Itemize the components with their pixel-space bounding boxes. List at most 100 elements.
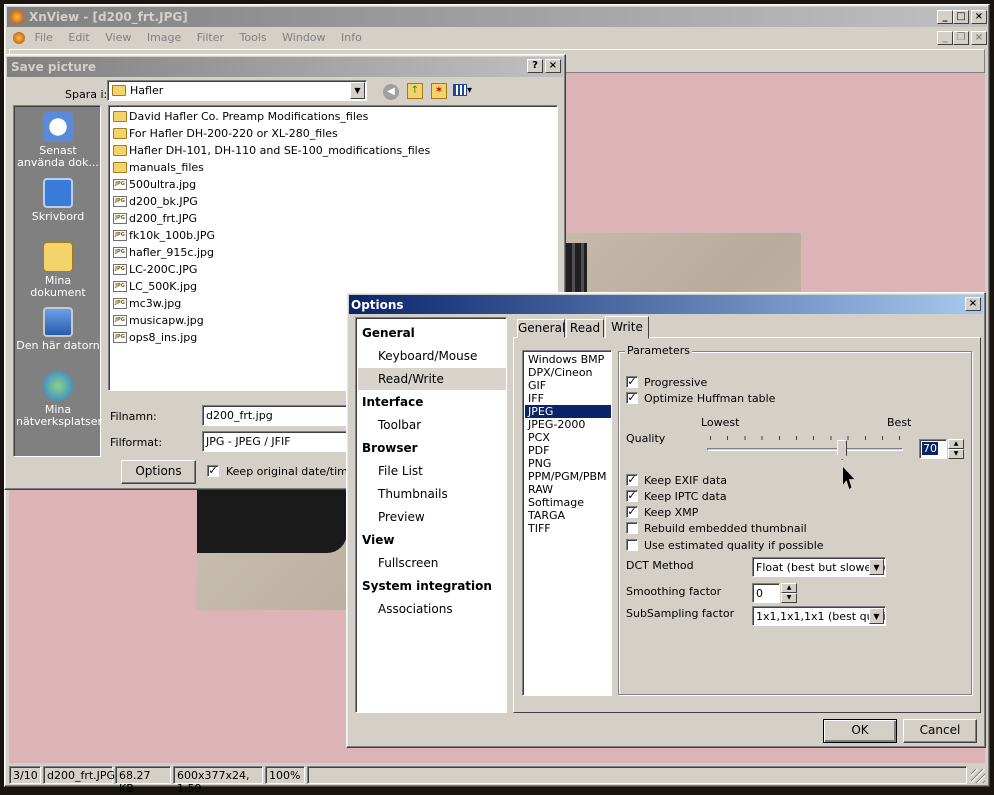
format-item[interactable]: IFF [525,392,611,405]
options-item-keyboard-mouse[interactable]: Keyboard/Mouse [358,345,506,367]
resize-grip[interactable] [971,769,985,783]
maximize-button[interactable]: □ [953,10,969,24]
options-item-read-write[interactable]: Read/Write [358,368,506,390]
ok-button[interactable]: OK [823,719,897,743]
place-documents[interactable]: Mina dokument [16,242,100,299]
slider-thumb[interactable] [837,440,848,460]
lookin-select[interactable]: Hafler ▼ [107,80,367,101]
tab-general[interactable]: General [517,319,565,338]
format-item[interactable]: TIFF [525,522,611,535]
options-item-thumbnails[interactable]: Thumbnails [358,483,506,505]
spin-up-icon[interactable]: ▲ [781,583,797,593]
chevron-down-icon[interactable]: ▼ [350,82,365,99]
menu-app-icon[interactable] [13,32,25,44]
menu-info[interactable]: Info [341,31,362,44]
use-estimated-checkbox[interactable] [626,539,638,551]
format-select[interactable]: JPG - JPEG / JFIF [202,431,352,452]
spin-down-icon[interactable]: ▼ [781,593,797,603]
chevron-down-icon[interactable]: ▼ [869,559,884,575]
close-button[interactable]: × [971,10,987,24]
format-item[interactable]: PPM/PGM/PBM [525,470,611,483]
menu-edit[interactable]: Edit [68,31,89,44]
file-item[interactable]: JPG musicapw.jpg [111,312,204,329]
format-item[interactable]: DPX/Cineon [525,366,611,379]
up-folder-icon[interactable]: ↑ [407,83,423,99]
tab-read[interactable]: Read [566,319,604,338]
view-menu-icon[interactable]: ▾ [453,83,477,99]
menu-window[interactable]: Window [282,31,325,44]
keep-iptc-checkbox[interactable]: ✓ [626,490,638,502]
save-close-button[interactable]: × [545,59,561,73]
new-folder-icon[interactable]: ✶ [431,83,447,99]
back-icon[interactable]: ◀ [383,84,399,100]
options-item-toolbar[interactable]: Toolbar [358,414,506,436]
menu-filter[interactable]: Filter [197,31,224,44]
filename-input[interactable]: d200_frt.jpg [202,405,352,426]
smoothing-spinner[interactable]: ▲ ▼ [781,583,797,603]
subsampling-select[interactable]: 1x1,1x1,1x1 (best quality) ▼ [752,606,886,626]
progressive-checkbox[interactable]: ✓ [626,376,638,388]
file-item[interactable]: JPG d200_frt.JPG [111,210,197,227]
options-section-browser[interactable]: Browser [358,437,506,459]
mdi-close-button[interactable]: × [971,31,987,45]
options-section-general[interactable]: General [358,322,506,344]
place-recent[interactable]: Senast använda dok... [16,112,100,169]
format-item[interactable]: PCX [525,431,611,444]
menu-tools[interactable]: Tools [240,31,267,44]
format-item[interactable]: RAW [525,483,611,496]
menu-file[interactable]: File [35,31,53,44]
file-item[interactable]: JPG 500ultra.jpg [111,176,196,193]
options-item-file-list[interactable]: File List [358,460,506,482]
file-item[interactable]: JPG d200_bk.JPG [111,193,198,210]
smoothing-input[interactable]: 0 [752,583,780,603]
rebuild-thumbnail-checkbox[interactable] [626,522,638,534]
spin-down-icon[interactable]: ▼ [948,449,964,459]
options-close-button[interactable]: × [965,297,981,311]
keep-xmp-checkbox[interactable]: ✓ [626,506,638,518]
file-item[interactable]: JPG fk10k_100b.JPG [111,227,215,244]
place-computer[interactable]: Den här datorn [16,307,100,352]
menu-view[interactable]: View [105,31,131,44]
minimize-button[interactable]: _ [937,10,953,24]
options-section-view[interactable]: View [358,529,506,551]
format-item[interactable]: GIF [525,379,611,392]
folder-item[interactable]: David Hafler Co. Preamp Modifications_fi… [111,108,368,125]
options-item-associations[interactable]: Associations [358,598,506,620]
format-item[interactable]: PDF [525,444,611,457]
quality-spinner[interactable]: ▲ ▼ [948,439,964,459]
chevron-down-icon[interactable]: ▼ [869,608,884,624]
mdi-minimize-button[interactable]: _ [937,31,953,45]
save-help-button[interactable]: ? [527,59,543,73]
format-item[interactable]: JPEG [525,405,611,418]
folder-item[interactable]: Hafler DH-101, DH-110 and SE-100_modific… [111,142,430,159]
format-item[interactable]: Softimage [525,496,611,509]
format-item[interactable]: JPEG-2000 [525,418,611,431]
folder-item[interactable]: manuals_files [111,159,204,176]
file-item[interactable]: JPG mc3w.jpg [111,295,181,312]
format-item[interactable]: TARGA [525,509,611,522]
options-item-fullscreen[interactable]: Fullscreen [358,552,506,574]
format-item[interactable]: PNG [525,457,611,470]
options-section-system-integration[interactable]: System integration [358,575,506,597]
tab-write[interactable]: Write [605,316,649,339]
keep-exif-checkbox[interactable]: ✓ [626,474,638,486]
keep-date-checkbox[interactable]: ✓ [207,465,219,477]
cancel-button[interactable]: Cancel [903,719,977,743]
format-item[interactable]: Windows BMP [525,353,611,366]
place-network[interactable]: Mina nätverksplatser [16,371,102,428]
quality-input[interactable]: 70 [919,439,947,459]
options-button[interactable]: Options [121,460,196,484]
file-item[interactable]: JPG LC-200C.JPG [111,261,197,278]
file-item[interactable]: JPG LC_500K.jpg [111,278,197,295]
place-desktop[interactable]: Skrivbord [16,178,100,223]
spin-up-icon[interactable]: ▲ [948,439,964,449]
dct-select[interactable]: Float (best but slowest) ▼ [752,557,886,577]
file-item[interactable]: JPG hafler_915c.jpg [111,244,214,261]
menu-image[interactable]: Image [147,31,181,44]
folder-item[interactable]: For Hafler DH-200-220 or XL-280_files [111,125,338,142]
quality-slider[interactable] [707,433,903,461]
options-item-preview[interactable]: Preview [358,506,506,528]
options-section-interface[interactable]: Interface [358,391,506,413]
file-item[interactable]: JPG ops8_ins.jpg [111,329,197,346]
mdi-restore-button[interactable]: ❐ [953,31,969,45]
